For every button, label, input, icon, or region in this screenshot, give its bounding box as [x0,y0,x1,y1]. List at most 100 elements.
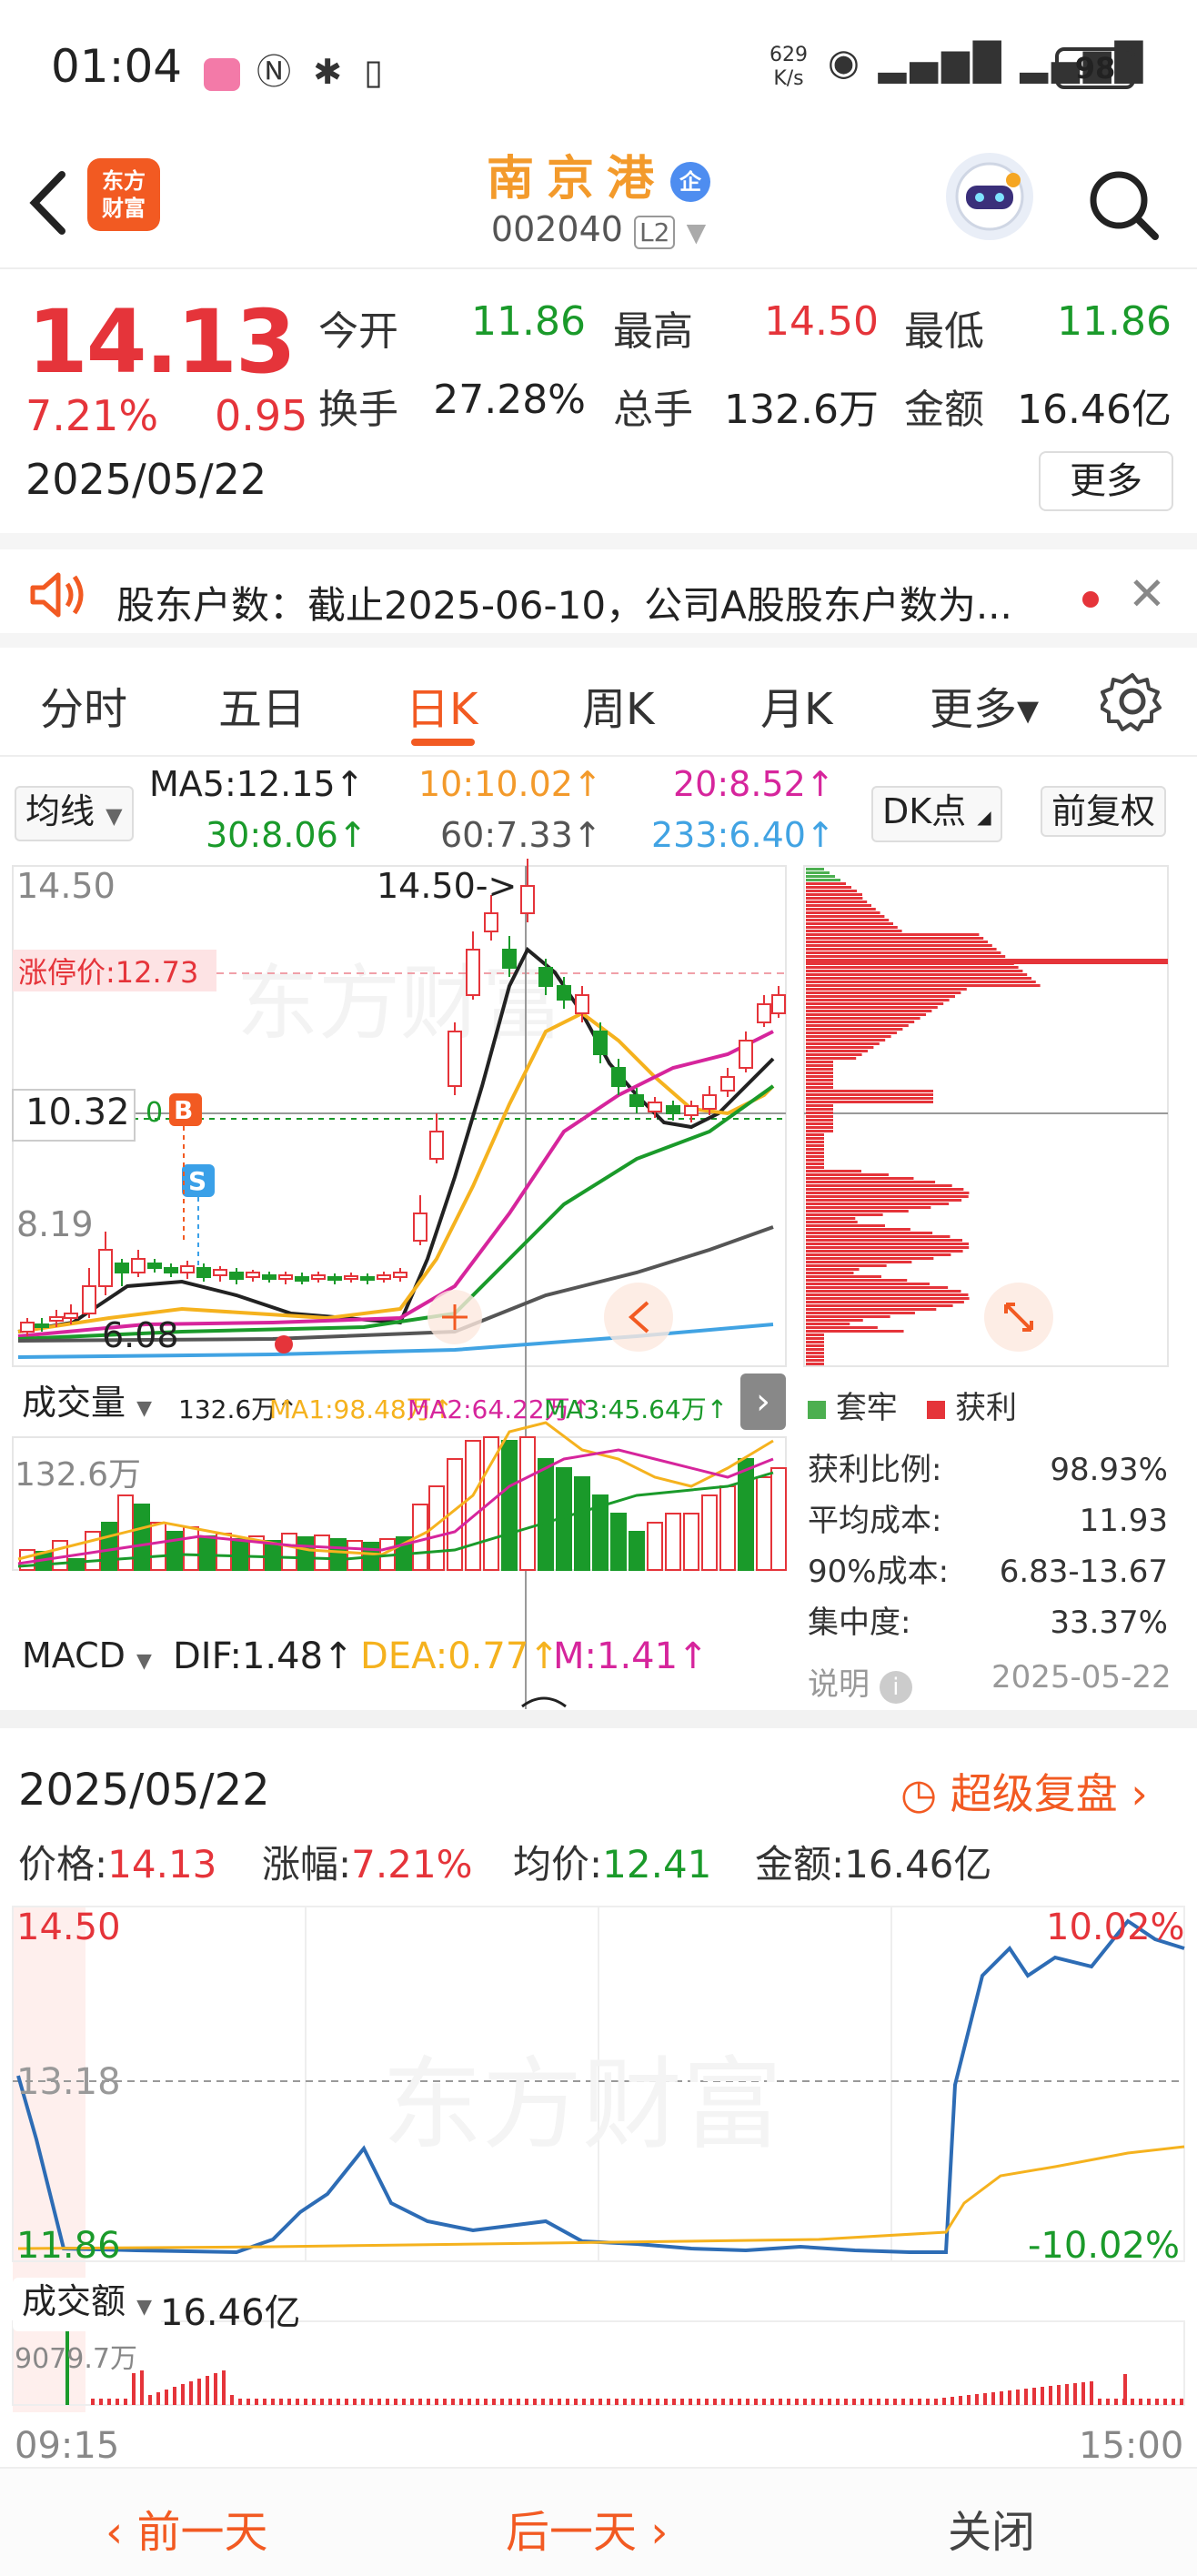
amount-bar [967,2395,971,2405]
amount-bar [1081,2382,1085,2405]
volume-indicator-selector[interactable]: 成交量 ▼ [13,1379,162,1433]
amount-bar [91,2399,95,2405]
chip-bar [806,1315,890,1318]
adjust-selector[interactable]: 前复权 [1041,786,1167,837]
chip-bar [806,1152,824,1154]
candle-body [502,949,517,969]
candle-body [82,1285,96,1314]
amount-bar [230,2395,234,2405]
battery-icon: 98 [1055,47,1135,89]
amount-bar [860,2399,864,2405]
tab-daily-k[interactable]: 日K [406,673,478,737]
amount-bar [762,2399,766,2405]
amount-bar [484,2399,488,2405]
chip-bar [806,1348,824,1351]
net-speed-value: 629 [770,44,808,66]
tab-weekly-k[interactable]: 周K [582,673,654,737]
candle-body [739,1040,753,1069]
macd-selector[interactable]: MACD ▼ [13,1632,161,1685]
dk-point-toggle[interactable]: DK点 ◢ [871,786,1002,842]
candle-body [64,1313,78,1319]
time-end: 15:00 [1079,2425,1184,2467]
expand-panel-button[interactable]: › [740,1374,786,1430]
watermark-intraday: 东方财富 [382,2047,782,2163]
chip-bar [806,1330,904,1333]
amount-total: 16.46亿 [160,2292,301,2334]
chip-bar [806,1126,833,1129]
chip-bar [806,1039,886,1041]
amount-bar [582,2399,586,2405]
detail-change-label: 涨幅: [262,1842,352,1887]
tab-intraday[interactable]: 分时 [40,673,127,737]
kline-zero-label: 0 [146,1097,164,1129]
amount-bar [1106,2399,1110,2405]
amount-bar [361,2399,365,2405]
close-button[interactable]: 关闭 [948,2496,1035,2560]
chip-bar [806,1275,881,1278]
amount-bar [246,2399,250,2405]
chip-bar [806,1104,833,1107]
dropdown-icon: ▼ [136,1397,153,1420]
chip-bar [806,1053,862,1056]
candle-body [757,1003,771,1023]
chip-bar [806,1006,938,1009]
amount-bar [1024,2389,1028,2405]
amount-bar [885,2399,889,2405]
ma30-value: 30:8.06↑ [206,815,367,855]
amount-bar [574,2399,578,2405]
gear-icon[interactable] [1101,669,1164,733]
amount-bar [476,2399,479,2405]
chips-row: 平均成本: 11.93 [808,1495,1168,1546]
amount-bar [607,2399,610,2405]
robot-assistant-icon[interactable] [946,153,1033,240]
announcement-bar[interactable]: 股东户数：截止2025-06-10，公司A股股东户数为... ✕ [0,533,1197,648]
amount-bar [304,2399,307,2405]
ma10-value: 10:10.02↑ [418,764,602,804]
amount-bar [369,2399,373,2405]
amount-bar [844,2399,848,2405]
next-day-button[interactable]: 后一天 › [506,2496,668,2560]
search-button[interactable] [1082,164,1164,246]
volume-bar [297,1536,314,1571]
amount-bar [1090,2381,1093,2405]
chevron-down-icon: ▼ [686,217,707,247]
chip-bar [806,1046,874,1049]
amount-bar [1123,2374,1127,2405]
chip-bar [806,1166,824,1169]
nfc-icon: Ⓝ [256,52,297,92]
tab-monthly-k[interactable]: 月K [760,673,832,737]
amount-selector[interactable]: 成交额 ▼ [13,2278,162,2331]
enterprise-badge: 企 [670,162,710,202]
vibrate-icon: ▯ [364,52,389,92]
tab-more[interactable]: 更多▾ [930,673,1039,737]
amount-bar [451,2399,455,2405]
chip-bar [806,1017,920,1020]
prev-day-button[interactable]: ‹ 前一天 [106,2496,267,2560]
amount-bar [1180,2399,1183,2405]
volume-bar [574,1476,590,1571]
chip-bar [806,1243,970,1245]
amount-bar [189,2381,193,2405]
sell-marker-label: S [188,1166,207,1196]
more-quote-button[interactable]: 更多 [1039,451,1173,511]
chip-bar [806,970,1023,972]
indicator-selector[interactable]: 均线 ▼ [15,786,134,841]
amount-bar [951,2397,954,2405]
chip-bar [806,1170,861,1172]
chip-bar [806,1028,903,1031]
intraday-chart[interactable]: 东方财富 [0,1903,1197,2412]
close-icon[interactable]: ✕ [1128,568,1166,620]
chip-bar [806,1319,863,1322]
chip-bar [806,1010,932,1012]
prev-candle-button[interactable] [604,1283,673,1352]
chip-bar [806,1079,833,1082]
volume-label: 总手 [613,387,693,433]
ma60-value: 60:7.33↑ [440,815,602,855]
amount-label: 金额 [904,387,984,433]
chip-bar [806,955,1006,958]
super-replay-button[interactable]: ◷ 超级复盘 › [900,1761,1148,1821]
tab-five-day[interactable]: 五日 [218,673,306,737]
chips-explain-button[interactable]: 说明 i [808,1659,912,1704]
amount-peak: 9079.7万 [15,2343,137,2375]
chip-bar [806,1293,969,1296]
